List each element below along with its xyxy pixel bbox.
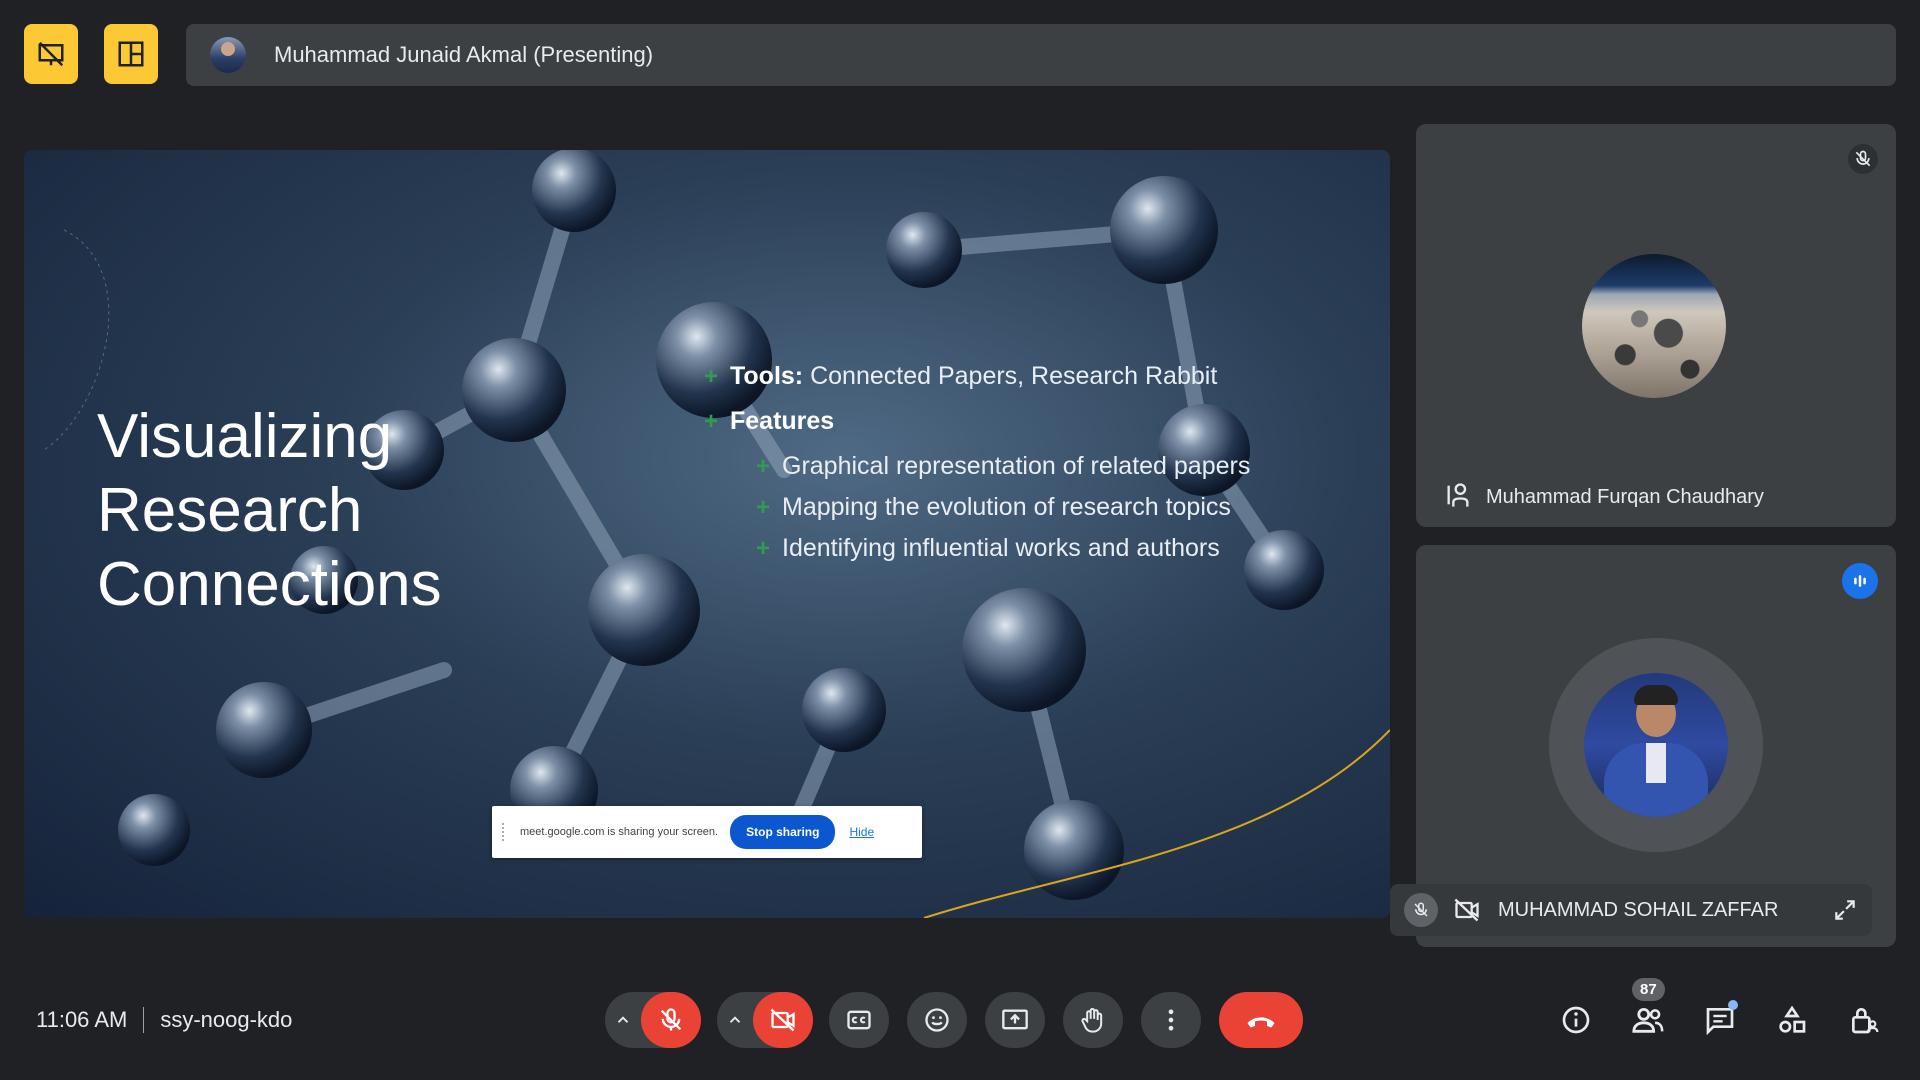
people-button[interactable]: 87: [1624, 978, 1672, 1044]
mic-control-group: [605, 992, 701, 1048]
hide-banner-link[interactable]: Hide: [849, 825, 874, 839]
pin-icon[interactable]: [1444, 481, 1472, 509]
presentation-off-icon: [38, 41, 64, 67]
info-icon: [1562, 1006, 1590, 1034]
camera-off-icon: [1450, 893, 1484, 927]
slide-title-line: Connections: [97, 550, 442, 619]
chevron-up-icon: [729, 1016, 741, 1023]
stop-sharing-button[interactable]: Stop sharing: [730, 815, 836, 849]
shared-screen: Visualizing Research Connections + Tools…: [24, 150, 1390, 918]
chat-button[interactable]: [1696, 996, 1744, 1044]
emoji-icon: [925, 1008, 949, 1032]
mic-off-icon: [1404, 893, 1438, 927]
people-icon: [1632, 1007, 1664, 1033]
present-screen-icon: [1002, 1009, 1028, 1030]
screen-share-banner: meet.google.com is sharing your screen. …: [492, 806, 922, 858]
captions-button[interactable]: [829, 992, 889, 1048]
presentation-off-button[interactable]: [24, 24, 78, 84]
bullet-tools: + Tools: Connected Papers, Research Rabb…: [704, 360, 1290, 393]
camera-off-icon: [770, 1008, 795, 1032]
slide-title-line: Research: [97, 476, 363, 545]
reactions-button[interactable]: [907, 992, 967, 1048]
layout-icon: [118, 41, 144, 67]
host-controls-button[interactable]: [1840, 996, 1888, 1044]
participant-count-badge: 87: [1632, 978, 1665, 1001]
hang-up-icon: [1247, 1017, 1275, 1028]
closed-captions-icon: [847, 1010, 871, 1030]
video-options-button[interactable]: [717, 992, 753, 1048]
participant-tile[interactable]: Muhammad Furqan Chaudhary: [1416, 124, 1896, 527]
chevron-up-icon: [617, 1016, 629, 1023]
unread-dot: [1728, 1000, 1738, 1010]
clock-time: 11:06 AM: [36, 1007, 128, 1032]
meeting-info: 11:06 AM ssy-noog-kdo: [36, 1000, 292, 1040]
mic-off-icon: [1848, 144, 1878, 174]
tools-label: Tools:: [730, 362, 804, 390]
avatar-ring: [1549, 638, 1763, 852]
layout-button[interactable]: [104, 24, 158, 84]
expand-icon[interactable]: [1828, 893, 1862, 927]
bullet-features: + Features: [704, 405, 1290, 438]
plus-bullet-icon: +: [756, 535, 771, 562]
feature-item: + Graphical representation of related pa…: [756, 450, 1290, 483]
meeting-code[interactable]: ssy-noog-kdo: [160, 1007, 292, 1033]
present-screen-button[interactable]: [985, 992, 1045, 1048]
plus-bullet-icon: +: [704, 408, 719, 435]
divider: [143, 1007, 145, 1033]
participant-name: Muhammad Furqan Chaudhary: [1486, 486, 1764, 508]
side-panel-tools: 87: [1552, 978, 1912, 1050]
feature-item: + Identifying influential works and auth…: [756, 532, 1290, 565]
camera-toggle-button[interactable]: [753, 992, 813, 1048]
drag-handle-icon[interactable]: [502, 823, 508, 841]
plus-bullet-icon: +: [756, 453, 771, 480]
meeting-details-button[interactable]: [1552, 996, 1600, 1044]
more-options-button[interactable]: [1141, 992, 1201, 1048]
plus-bullet-icon: +: [756, 494, 771, 521]
camera-control-group: [717, 992, 813, 1048]
avatar: [1582, 254, 1726, 398]
presenter-avatar: [210, 37, 246, 73]
raise-hand-button[interactable]: [1063, 992, 1123, 1048]
hand-icon: [1081, 1008, 1103, 1033]
audio-options-button[interactable]: [605, 992, 641, 1048]
slide-bullets: + Tools: Connected Papers, Research Rabb…: [704, 360, 1290, 573]
feature-item: + Mapping the evolution of research topi…: [756, 491, 1290, 524]
avatar: [1584, 673, 1728, 817]
speaking-indicator-icon: [1842, 563, 1878, 599]
participant-footer: MUHAMMAD SOHAIL ZAFFAR: [1390, 884, 1872, 936]
features-label: Features: [730, 407, 835, 435]
leave-call-button[interactable]: [1219, 992, 1303, 1048]
mic-toggle-button[interactable]: [641, 992, 701, 1048]
call-controls: [605, 990, 1303, 1050]
lock-person-icon: [1852, 1008, 1879, 1034]
activities-button[interactable]: [1768, 996, 1816, 1044]
presenter-name: Muhammad Junaid Akmal (Presenting): [274, 42, 654, 67]
mic-off-icon: [660, 1008, 682, 1031]
presenter-bar: Muhammad Junaid Akmal (Presenting): [186, 24, 1896, 86]
more-vert-icon: [1168, 1009, 1174, 1031]
feature-text: Identifying influential works and author…: [782, 534, 1220, 562]
slide-title-line: Visualizing: [97, 402, 393, 471]
activities-shapes-icon: [1779, 1005, 1806, 1033]
feature-text: Graphical representation of related pape…: [782, 452, 1251, 480]
tools-value: Connected Papers, Research Rabbit: [803, 362, 1218, 390]
share-banner-text: meet.google.com is sharing your screen.: [520, 826, 719, 838]
plus-bullet-icon: +: [704, 363, 719, 390]
slide-title: Visualizing Research Connections: [97, 400, 537, 622]
participant-name: MUHAMMAD SOHAIL ZAFFAR: [1498, 898, 1779, 921]
feature-text: Mapping the evolution of research topics: [782, 493, 1231, 521]
